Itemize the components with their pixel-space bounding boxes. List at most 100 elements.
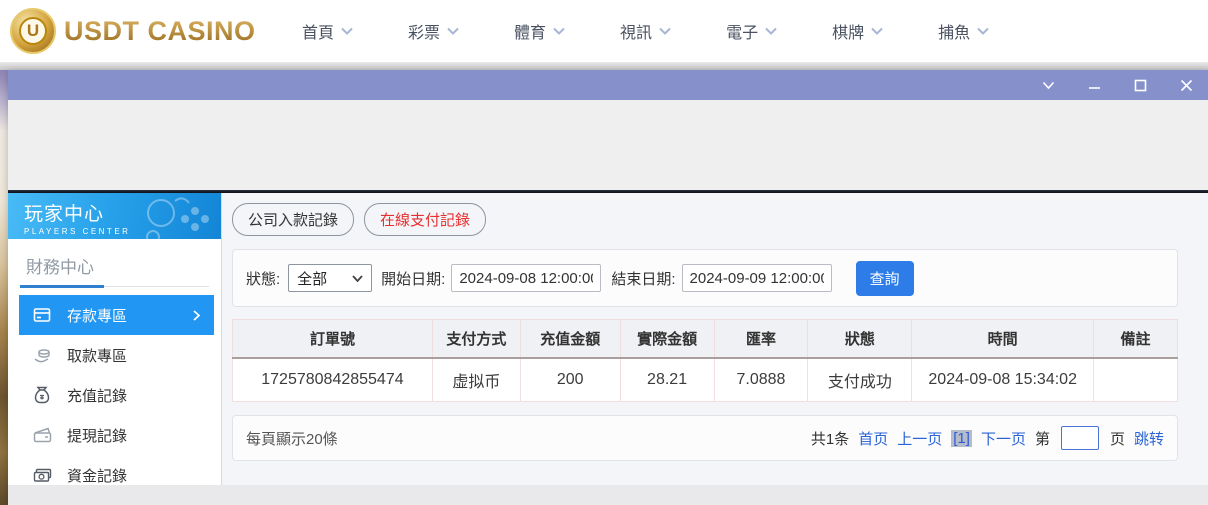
sidebar-item-funds-record[interactable]: 資金記錄 (8, 455, 221, 485)
nav-label: 電子 (726, 25, 759, 42)
chevron-down-icon (447, 27, 459, 35)
nav-label: 首頁 (302, 25, 335, 42)
sidebar-section-label: 財務中心 (26, 258, 94, 277)
record-tabs: 公司入款記錄 在線支付記錄 (232, 203, 1178, 236)
cell-order-no: 1725780842855474 (232, 357, 433, 402)
cell-note (1093, 357, 1178, 402)
sidebar-item-label: 充值記錄 (67, 387, 128, 405)
prev-page-link[interactable]: 上一页 (897, 428, 942, 449)
total-count-text: 共1条 (810, 430, 850, 448)
records-table: 訂單號 支付方式 充值金額 實際金額 匯率 狀態 時間 備註 172578084… (232, 319, 1178, 402)
status-label: 狀態: (246, 270, 281, 288)
col-header-time: 時間 (911, 319, 1095, 359)
gamepad-icon (146, 197, 209, 239)
main-nav: 首頁 彩票 體育 視訊 電子 棋牌 捕魚 (302, 19, 989, 43)
sidebar-item-label: 存款專區 (67, 307, 128, 325)
search-button[interactable]: 查詢 (855, 260, 914, 296)
sidebar: 玩家中心 PLAYERS CENTER 財務中心 存款專區 取款專區 充值記錄 … (8, 193, 222, 485)
sidebar-item-withdraw[interactable]: 取款專區 (8, 335, 221, 375)
sidebar-item-label: 資金記錄 (67, 467, 128, 485)
sidebar-item-label: 提現記錄 (67, 427, 128, 445)
deposit-icon (32, 305, 52, 325)
page-background-sliver (0, 70, 8, 505)
sidebar-item-deposit[interactable]: 存款專區 (19, 295, 214, 335)
site-header: U USDT CASINO 首頁 彩票 體育 視訊 電子 棋牌 捕魚 (0, 0, 1208, 62)
col-header-rate: 匯率 (713, 319, 809, 359)
jump-label-pre: 第 (1034, 430, 1050, 448)
status-selected-value: 全部 (297, 270, 328, 288)
nav-label: 棋牌 (832, 25, 865, 42)
nav-label: 視訊 (620, 25, 653, 42)
section-underline (20, 285, 104, 288)
recharge-record-icon (32, 385, 52, 405)
next-page-link[interactable]: 下一页 (981, 428, 1026, 449)
col-header-pay-method: 支付方式 (431, 319, 521, 359)
col-header-recharge-amount: 充值金額 (519, 319, 621, 359)
main-content: 公司入款記錄 在線支付記錄 狀態: 全部 開始日期: 結束日期: 查詢 訂單號 (222, 193, 1208, 485)
withdrawal-record-icon (32, 425, 52, 445)
cell-actual-amount: 28.21 (619, 357, 715, 402)
pagination-controls: 共1条 首页 上一页 [1] 下一页 第 页 跳转 (811, 426, 1164, 450)
chevron-down-icon (765, 27, 777, 35)
first-page-link[interactable]: 首页 (858, 428, 888, 449)
chevron-down-icon (341, 27, 353, 35)
sidebar-item-withdrawal-record[interactable]: 提現記錄 (8, 415, 221, 455)
minimize-button[interactable] (1086, 77, 1102, 93)
sidebar-menu: 存款專區 取款專區 充值記錄 提現記錄 資金記錄 (8, 295, 221, 485)
window-bottom-strip (8, 485, 1208, 505)
funds-record-icon (32, 465, 52, 485)
withdraw-icon (32, 345, 52, 365)
chevron-down-icon (871, 27, 883, 35)
nav-label: 彩票 (408, 25, 441, 42)
chevron-right-icon (193, 309, 200, 321)
nav-item-fishing[interactable]: 捕魚 (938, 19, 989, 43)
nav-item-sports[interactable]: 體育 (514, 19, 565, 43)
jump-label-post: 页 (1109, 430, 1125, 448)
table-row: 1725780842855474 虚拟币 200 28.21 7.0888 支付… (232, 357, 1178, 402)
cell-pay-method: 虚拟币 (431, 357, 521, 402)
end-date-input[interactable] (681, 264, 832, 292)
nav-item-video[interactable]: 視訊 (620, 19, 671, 43)
cell-recharge-amount: 200 (519, 357, 621, 402)
close-button[interactable] (1178, 77, 1194, 93)
sidebar-item-recharge-record[interactable]: 充值記錄 (8, 375, 221, 415)
chevron-down-icon (659, 27, 671, 35)
col-header-actual-amount: 實際金額 (619, 319, 715, 359)
tab-online-payment[interactable]: 在線支付記錄 (364, 203, 487, 236)
collapse-button[interactable] (1040, 77, 1056, 93)
nav-item-home[interactable]: 首頁 (302, 19, 353, 43)
start-date-label: 開始日期: (381, 270, 446, 288)
window-titlebar (8, 70, 1208, 100)
logo-letter: U (19, 17, 47, 45)
filter-bar: 狀態: 全部 開始日期: 結束日期: 查詢 (232, 249, 1178, 307)
col-header-note: 備註 (1093, 319, 1178, 359)
brand-logo[interactable]: U USDT CASINO (10, 8, 260, 54)
brand-name: USDT CASINO (64, 15, 256, 46)
sidebar-header: 玩家中心 PLAYERS CENTER (8, 193, 221, 239)
player-center-window: 玩家中心 PLAYERS CENTER 財務中心 存款專區 取款專區 充值記錄 … (8, 70, 1208, 505)
minimize-icon (1088, 86, 1100, 89)
cell-time: 2024-09-08 15:34:02 (911, 357, 1095, 402)
page-background-strip (0, 62, 1208, 70)
window-empty-area (8, 100, 1208, 190)
col-header-order-no: 訂單號 (232, 319, 433, 359)
nav-label: 捕魚 (938, 25, 971, 42)
close-icon (1180, 79, 1192, 91)
table-header-row: 訂單號 支付方式 充值金額 實際金額 匯率 狀態 時間 備註 (232, 319, 1178, 359)
maximize-button[interactable] (1132, 77, 1148, 93)
status-select[interactable]: 全部 (288, 264, 373, 292)
tab-company-deposit[interactable]: 公司入款記錄 (232, 203, 355, 236)
nav-item-poker[interactable]: 棋牌 (832, 19, 883, 43)
maximize-icon (1134, 79, 1146, 91)
page-size-text: 每頁顯示20條 (246, 430, 338, 448)
cell-status: 支付成功 (807, 357, 913, 402)
chevron-down-icon (977, 27, 989, 35)
pagination-bar: 每頁顯示20條 共1条 首页 上一页 [1] 下一页 第 页 跳转 (232, 415, 1178, 461)
chevron-down-icon (1042, 81, 1054, 89)
logo-coin-icon: U (10, 8, 56, 54)
nav-item-lottery[interactable]: 彩票 (408, 19, 459, 43)
start-date-input[interactable] (451, 264, 602, 292)
nav-item-slots[interactable]: 電子 (726, 19, 777, 43)
page-jump-input[interactable] (1060, 426, 1099, 450)
jump-button[interactable]: 跳转 (1134, 428, 1164, 449)
